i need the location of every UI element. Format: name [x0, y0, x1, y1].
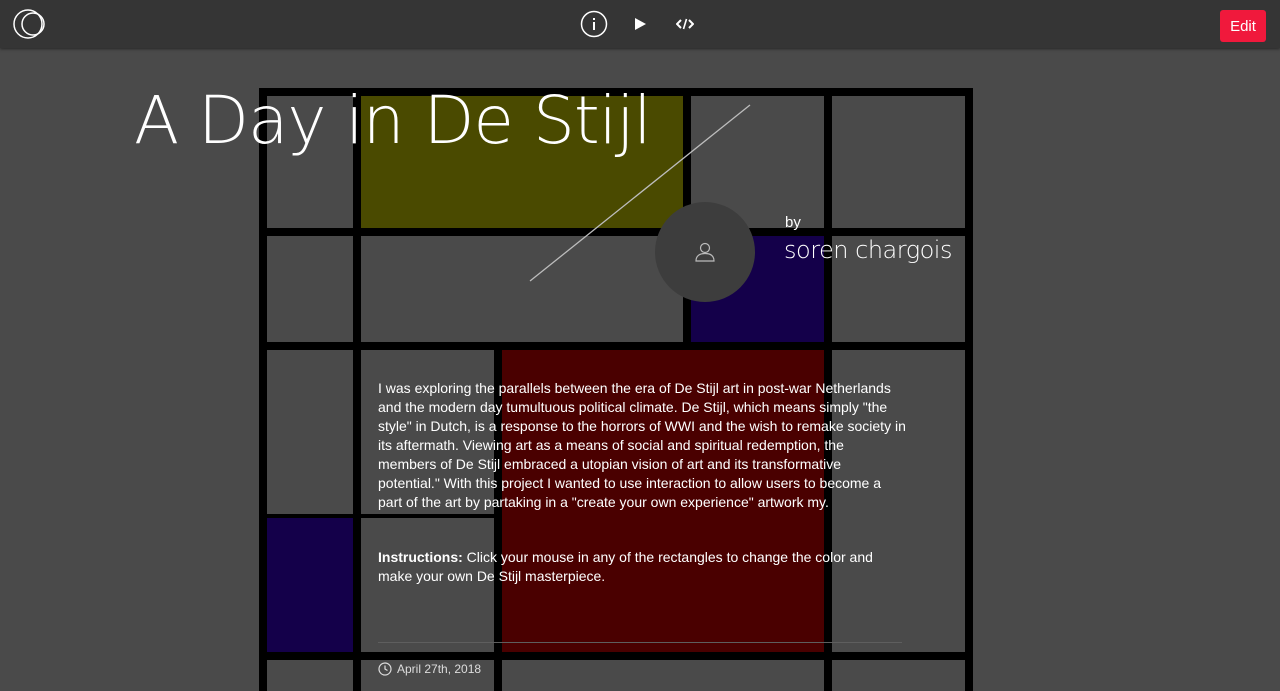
clock-icon: [378, 662, 392, 676]
date-text: April 27th, 2018: [397, 662, 482, 676]
canvas-rect[interactable]: [832, 96, 965, 228]
canvas-rect[interactable]: [267, 660, 353, 691]
edit-button[interactable]: Edit: [1220, 10, 1266, 42]
code-icon[interactable]: [671, 10, 699, 38]
divider: [378, 642, 902, 643]
author-avatar[interactable]: [655, 202, 755, 302]
canvas-rect[interactable]: [502, 660, 824, 691]
author-name[interactable]: soren chargois: [784, 236, 964, 264]
top-toolbar: Edit: [0, 0, 1280, 48]
canvas-rect[interactable]: [267, 236, 353, 342]
canvas-rect[interactable]: [832, 660, 965, 691]
instructions-label: Instructions:: [378, 549, 463, 565]
openprocessing-logo-icon[interactable]: [12, 8, 48, 40]
by-label: by: [785, 214, 801, 231]
canvas-rect[interactable]: [267, 518, 353, 652]
sketch-description: I was exploring the parallels between th…: [378, 380, 906, 510]
created-date: April 27th, 2018: [378, 662, 481, 676]
sketch-instructions: Instructions: Click your mouse in any of…: [378, 548, 906, 586]
sketch-title: A Day in De Stijl: [134, 82, 652, 159]
info-icon[interactable]: [580, 10, 608, 38]
play-icon[interactable]: [626, 10, 654, 38]
user-icon: [695, 242, 715, 262]
canvas-rect[interactable]: [267, 350, 353, 514]
